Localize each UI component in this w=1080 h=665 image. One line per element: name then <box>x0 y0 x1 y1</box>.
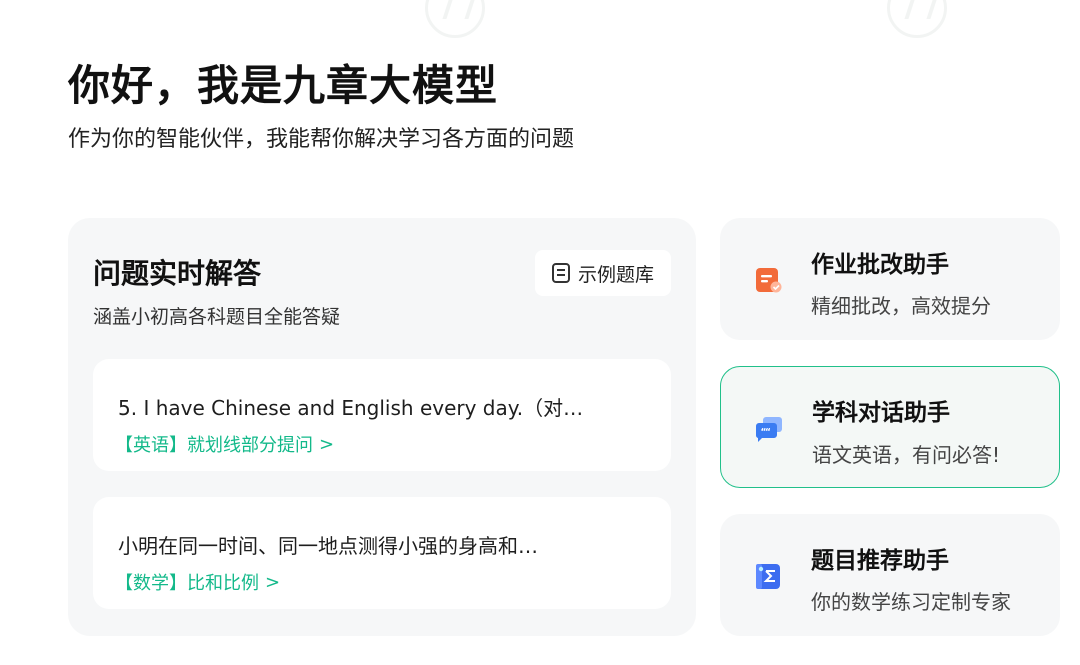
question-tag-label: 【数学】比和比例 <box>115 573 259 594</box>
sigma-book-icon <box>756 564 780 589</box>
watermark-logo <box>887 0 947 38</box>
qa-panel: 问题实时解答 涵盖小初高各科题目全能答疑 示例题库 5. I have Chin… <box>68 218 696 636</box>
chevron-right-icon: > <box>319 433 335 455</box>
example-bank-button[interactable]: 示例题库 <box>535 250 671 296</box>
question-tag: 【数学】比和比例 > <box>115 569 280 595</box>
tool-title: 作业批改助手 <box>811 252 949 278</box>
example-question-card[interactable]: 5. I have Chinese and English every day.… <box>93 359 671 471</box>
question-bank-icon <box>551 263 570 283</box>
tool-subtitle: 精细批改，高效提分 <box>811 294 991 318</box>
homework-correction-assistant-card[interactable]: 作业批改助手 精细批改，高效提分 <box>720 218 1060 340</box>
tool-title: 题目推荐助手 <box>811 548 949 574</box>
tool-subtitle: 语文英语，有问必答! <box>812 443 1001 467</box>
example-question-card[interactable]: 小明在同一时间、同一地点测得小强的身高和… 【数学】比和比例 > <box>93 497 671 609</box>
page-subtitle: 作为你的智能伙伴，我能帮你解决学习各方面的问题 <box>68 127 575 152</box>
watermark-logo <box>425 0 485 38</box>
question-text: 5. I have Chinese and English every day.… <box>118 396 584 420</box>
subject-chat-assistant-card[interactable]: “ “ 学科对话助手 语文英语，有问必答! <box>720 366 1060 488</box>
example-bank-label: 示例题库 <box>577 263 654 286</box>
page-title: 你好，我是九章大模型 <box>68 61 499 110</box>
qa-panel-title: 问题实时解答 <box>93 257 262 290</box>
question-text: 小明在同一时间、同一地点测得小强的身高和… <box>118 534 538 558</box>
tool-title: 学科对话助手 <box>812 400 950 426</box>
qa-panel-subtitle: 涵盖小初高各科题目全能答疑 <box>93 306 341 328</box>
svg-text:“: “ <box>765 428 771 438</box>
homework-correction-icon <box>756 268 782 293</box>
question-recommend-assistant-card[interactable]: 题目推荐助手 你的数学练习定制专家 <box>720 514 1060 636</box>
question-tag: 【英语】就划线部分提问 > <box>115 431 334 457</box>
chat-bubble-icon: “ “ <box>755 417 782 442</box>
tool-subtitle: 你的数学练习定制专家 <box>811 590 1011 614</box>
question-tag-label: 【英语】就划线部分提问 <box>115 435 313 456</box>
chevron-right-icon: > <box>265 571 281 593</box>
